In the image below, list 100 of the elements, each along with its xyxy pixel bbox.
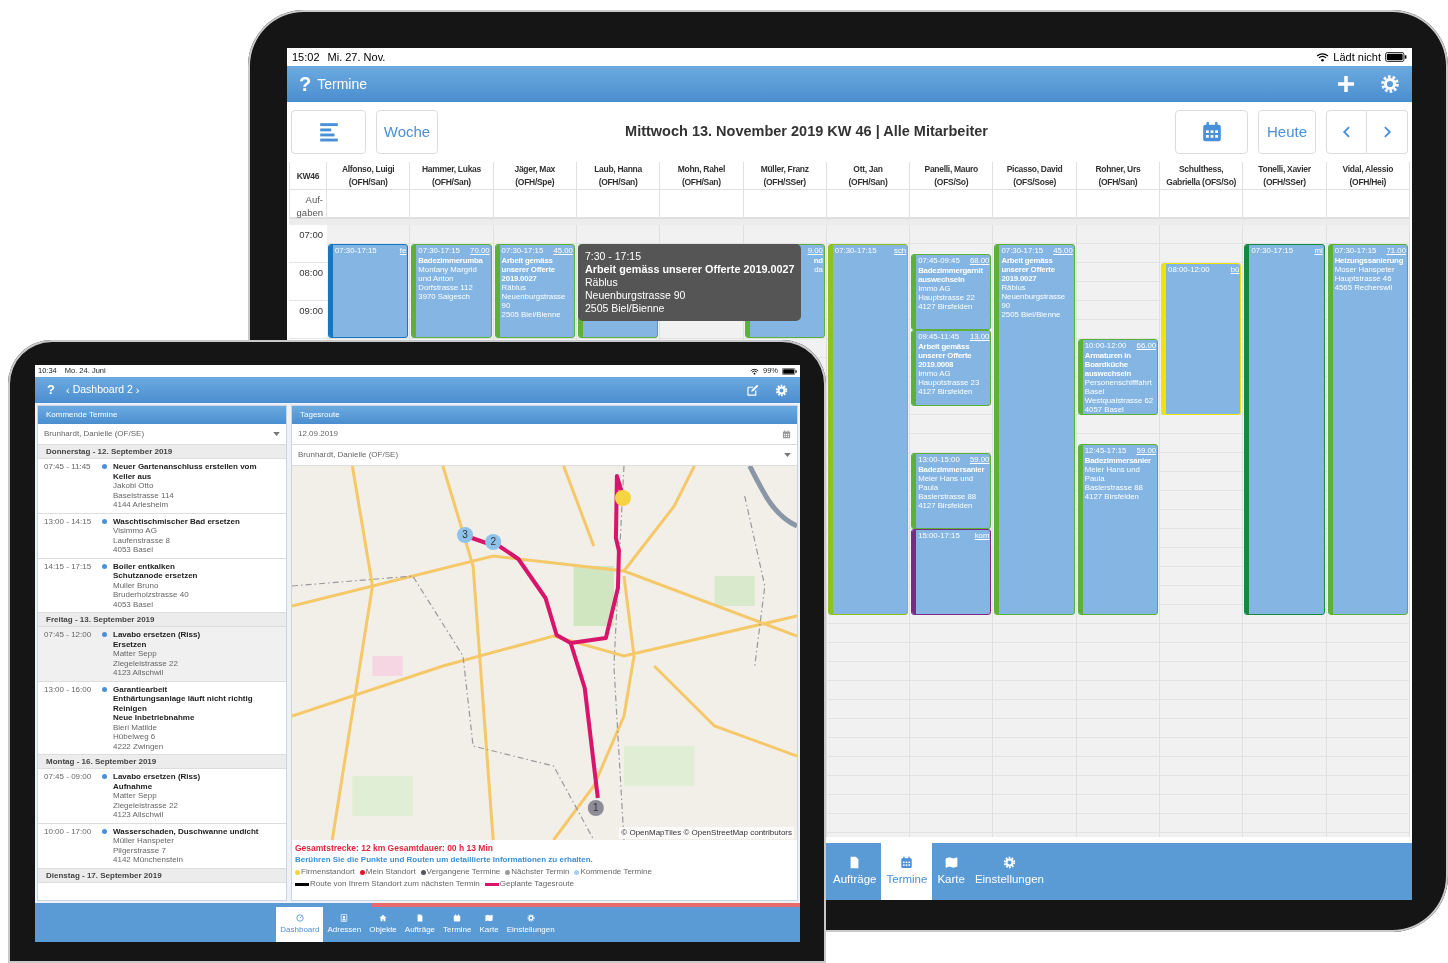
appointment-title: Schutzanode ersetzen [113,571,198,581]
tab[interactable]: Einstellungen [502,907,559,942]
appointment-detail: Laufenstrasse 8 [113,535,171,545]
calendar-button[interactable] [1175,110,1248,154]
caret-icon [273,432,280,436]
tab[interactable]: Termine [881,843,933,900]
add-button[interactable] [1336,74,1356,94]
legend-label: Mein Standort [365,867,416,877]
appointment-title: Wasserschaden, Duschwanne undicht [113,826,259,836]
route-marker[interactable]: 2 [485,534,502,550]
route-marker[interactable]: 3 [457,527,474,543]
battery-icon [782,367,797,375]
employee-header: Panelli, Mauro (OFS/So) [910,162,994,190]
appointment-detail: Müller Hanspeter [113,836,175,846]
appointment-time: 07:45 - 11:45 [44,462,92,473]
help-button[interactable]: ? [47,380,55,400]
settings-button[interactable] [775,383,788,397]
employee-header: Rohner, Urs (OFH/San) [1076,162,1161,190]
appointment-detail: 4144 Arlesheim [113,500,170,510]
tab[interactable]: Termine [439,907,476,942]
legend-label: Geplante Tagesroute [499,879,574,889]
add-icon [1336,74,1356,94]
appointment-row[interactable]: 13:00 - 14:15 Waschtischmischer Bad ersetzen Visimmo AG Laufenstrasse 8 4053 Basel [38,513,286,559]
menu-button[interactable] [291,110,366,154]
next-button[interactable]: › [132,381,143,399]
appointment-title: Garantiearbeit [113,684,169,694]
hour-label: 09:00 [299,305,323,316]
route-hint: Berühren Sie die Punkte und Routen um detaillierte Informationen zu erhalten. [294,854,594,865]
employee-header: Mohn, Rahel (OFH/San) [660,162,744,190]
appointment-time: 13:00 - 16:00 [44,684,93,696]
appointment-title: Ersetzen [113,639,148,649]
tooltip-time: 7:30 - 17:15 [585,250,643,263]
appointment-detail: 4142 Münchenstein [113,855,184,865]
employee-header: Picasso, David (OFS/Sose) [993,162,1077,190]
employee-header: Vidal, Alessio (OFH/Hei) [1326,162,1410,190]
map-icon [944,856,958,870]
tab[interactable]: Aufträge [400,907,440,942]
settings-button[interactable] [1380,74,1400,94]
tab[interactable]: Aufträge [828,843,882,900]
tab[interactable]: Objekte [365,907,401,942]
appointment-row[interactable]: 07:45 - 12:00 Lavabo ersetzen (Riss) Ersetzen Matter Sepp Ziegeleistrasse 22 4123 Allschwil [38,627,286,682]
employee-header: Ott, Jan (OFH/San) [826,162,911,190]
tooltip-detail: Neuenburgstrasse 90 [585,289,687,302]
tab[interactable]: Dashboard [276,907,324,942]
employee-header: Hammer, Lukas (OFH/San) [410,162,494,190]
legend-label: Route von Ihrem Standort zum nächsten Termin [310,879,480,889]
legend-label: Kommende Termine [580,867,652,877]
wifi-icon [750,367,759,375]
appointment-row[interactable]: 07:45 - 11:45 Neuer Gartenanschluss erstellen vom Keller aus Jakobi Otto Baselstrasse 114 4144 Arlesheim [38,459,286,514]
day-header: Freitag - 13. September 2019 [38,613,286,627]
settings-icon [526,913,535,922]
appointment-detail: 4053 Basel [113,599,155,609]
tab[interactable]: Adressen [323,907,366,942]
tooltip-detail: 2505 Biel/Bienne [585,302,666,315]
map-attribution: © OpenMapTiles © OpenStreetMap contributors [619,827,794,839]
tab[interactable]: Karte [475,907,503,942]
appointment-detail: Hübelweg 6 [113,732,157,742]
appointment-time: 07:45 - 09:00 [44,772,93,783]
appointment-row[interactable]: 10:00 - 17:00 Wasserschaden, Duschwanne undicht Müller Hanspeter Pilgerstrasse 7 4142 Münchenstein [38,823,286,869]
appointment-time: 13:00 - 14:15 [44,516,93,528]
tooltip-detail: Räblus [585,276,619,289]
employee-header: Schulthess, Gabriella (OFS/So) [1160,162,1244,190]
edit-button[interactable] [746,383,759,397]
appointment-title: Lavabo ersetzen (Riss) [113,772,201,782]
charging-status: Lädt nicht [1333,49,1381,65]
contact-card-icon [340,913,349,922]
hour-label: 07:00 [299,229,323,240]
panel-header: Tagesroute [292,406,797,424]
date-field[interactable]: 12.09.2019 [292,424,797,445]
employee-header: Alfonso, Luigi (OFH/San) [327,162,411,190]
view-button[interactable]: Woche [376,110,438,154]
edit-icon [746,383,759,397]
appointment-detail: 4123 Allschwil [113,810,165,820]
today-button[interactable]: Heute [1258,110,1316,154]
route-marker[interactable]: 1 [587,800,604,816]
help-button[interactable]: ? [299,69,312,99]
appointment-title: Enthärtungsanlage läuft nicht richtig [113,694,253,704]
status-dot [102,518,107,524]
appointment-title: Neue Inbetriebnahme [113,713,196,723]
route-summary: Gesamtstrecke: 12 km Gesamtdauer: 00 h 13 Min [294,842,494,854]
status-time: 15:02 [292,49,320,65]
legend-label: Firmenstandort [301,867,355,877]
settings-icon [1002,856,1016,870]
appointment-detail: Muller Bruno [113,580,160,590]
tab[interactable]: Einstellungen [969,843,1049,900]
employee-header: Müller, Franz (OFH/SSer) [743,162,827,190]
appointment-detail: 4222 Zwingen [113,741,165,751]
day-header: Donnerstag - 12. September 2019 [38,445,286,459]
legend-label: Vergangene Termine [426,867,501,877]
previous-button[interactable]: ‹ [62,381,73,399]
status-dot [102,774,107,779]
appointment-title: Lavabo ersetzen (Riss) [113,630,201,640]
settings-icon [775,383,788,397]
appointment-row[interactable]: 07:45 - 09:00 Lavabo ersetzen (Riss) Aufnahme Matter Sepp Ziegeleistrasse 22 4123 Allschwil [38,769,286,824]
tab[interactable]: Karte [932,843,970,900]
appointment-title: Waschtischmischer Bad ersetzen [113,516,240,526]
menu-icon [317,121,340,143]
map-icon [485,913,494,922]
status-dot [102,563,107,569]
appointment-detail: Matter Sepp [113,791,158,801]
